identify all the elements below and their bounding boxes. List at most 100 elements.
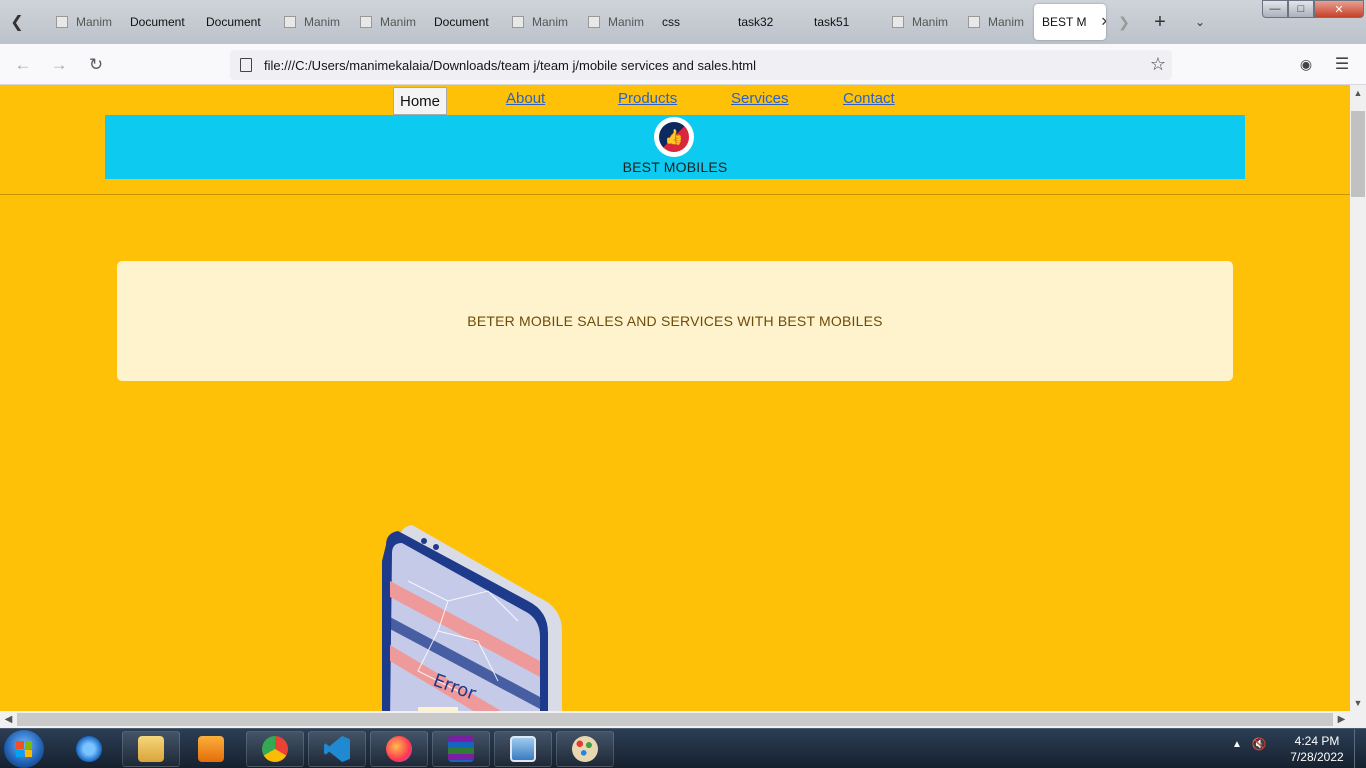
vertical-scrollbar[interactable]: ▲ ▼ — [1350, 85, 1366, 711]
show-hidden-icons-icon[interactable]: ▲ — [1232, 739, 1242, 750]
system-clock[interactable]: 4:24 PM 7/28/2022 — [1284, 733, 1350, 765]
page-favicon-icon — [588, 16, 600, 28]
tab-label: BEST M — [1042, 15, 1087, 29]
browser-tab[interactable]: Manim — [960, 4, 1034, 40]
tab-scroll-right-icon[interactable]: ❯ — [1114, 10, 1134, 34]
nav-products-link[interactable]: Products — [618, 90, 677, 107]
browser-tab[interactable]: Document — [426, 4, 502, 40]
taskbar: ▲ 🔇 4:24 PM 7/28/2022 — [0, 728, 1366, 768]
folder-icon — [138, 736, 164, 762]
pocket-icon[interactable]: ◉ — [1296, 54, 1316, 74]
window-maximize-button[interactable]: □ — [1288, 0, 1314, 18]
tab-label: Manim — [608, 15, 645, 29]
browser-tab[interactable]: task51 — [806, 4, 882, 40]
site-nav: Home About Products Services Contact — [0, 85, 1350, 115]
taskbar-file-explorer[interactable] — [122, 731, 180, 767]
page-file-icon — [240, 58, 252, 72]
scrollbar-corner — [1350, 711, 1366, 728]
page-favicon-icon — [56, 16, 68, 28]
page-viewport: Home About Products Services Contact 👍 B… — [0, 85, 1350, 711]
paint-palette-icon — [572, 736, 598, 762]
taskbar-media-player[interactable] — [182, 731, 240, 767]
browser-tab[interactable]: Manim — [580, 4, 654, 40]
back-arrow-icon[interactable]: ← — [10, 52, 36, 78]
scroll-right-icon[interactable]: ▶ — [1333, 711, 1350, 728]
scroll-down-icon[interactable]: ▼ — [1350, 695, 1366, 711]
firefox-icon — [386, 736, 412, 762]
tab-label: Manim — [380, 15, 417, 29]
list-all-tabs-icon[interactable]: ⌄ — [1190, 10, 1210, 34]
thumbs-up-logo-icon: 👍 — [654, 117, 694, 157]
taskbar-internet-explorer[interactable] — [60, 731, 118, 767]
window-close-button[interactable]: ✕ — [1314, 0, 1364, 18]
browser-tab[interactable]: Manim — [276, 4, 350, 40]
vscode-icon — [324, 736, 350, 762]
navigation-toolbar: ← → ↻ file:///C:/Users/manimekalaia/Down… — [0, 44, 1366, 85]
address-bar[interactable]: file:///C:/Users/manimekalaia/Downloads/… — [230, 50, 1172, 80]
image-viewer-icon — [510, 736, 536, 762]
browser-tab[interactable]: Document — [122, 4, 198, 40]
winrar-icon — [448, 736, 474, 762]
browser-tab[interactable]: Manim — [48, 4, 122, 40]
star-icon[interactable]: ☆ — [1150, 54, 1166, 75]
page-favicon-icon — [512, 16, 524, 28]
show-desktop-button[interactable] — [1354, 729, 1366, 768]
page-favicon-icon — [360, 16, 372, 28]
volume-muted-icon[interactable]: 🔇 — [1252, 737, 1267, 751]
brand-name: BEST MOBILES — [622, 159, 728, 175]
browser-tab[interactable]: Manim — [352, 4, 426, 40]
page-favicon-icon — [284, 16, 296, 28]
vertical-scroll-thumb[interactable] — [1351, 111, 1365, 197]
nav-home-button[interactable]: Home — [393, 87, 447, 115]
browser-tab-active[interactable]: BEST M ✕ — [1034, 4, 1106, 40]
clock-date: 7/28/2022 — [1290, 750, 1344, 764]
tab-label: Manim — [532, 15, 569, 29]
taskbar-winrar[interactable] — [432, 731, 490, 767]
tagline-box: BETER MOBILE SALES AND SERVICES WITH BES… — [117, 261, 1233, 381]
tab-label: task32 — [738, 15, 774, 29]
scroll-up-icon[interactable]: ▲ — [1350, 85, 1366, 101]
tab-label: Document — [434, 15, 489, 29]
tab-label: Manim — [304, 15, 341, 29]
nav-contact-link[interactable]: Contact — [843, 90, 895, 107]
horizontal-scrollbar[interactable]: ◀ ▶ — [0, 711, 1350, 728]
tab-label: Manim — [76, 15, 113, 29]
nav-about-link[interactable]: About — [506, 90, 545, 107]
windows-logo-icon — [16, 741, 32, 757]
tab-strip: ❮ Manim Document Document Manim Manim Do… — [0, 0, 1366, 44]
tab-label: Manim — [988, 15, 1025, 29]
url-text[interactable]: file:///C:/Users/manimekalaia/Downloads/… — [264, 58, 756, 73]
horizontal-scroll-thumb[interactable] — [17, 713, 1333, 726]
reload-icon[interactable]: ↻ — [83, 52, 109, 78]
page-favicon-icon — [892, 16, 904, 28]
close-tab-icon[interactable]: ✕ — [1100, 14, 1106, 30]
tab-label: Document — [130, 15, 185, 29]
tab-scroll-left-icon[interactable]: ❮ — [0, 2, 34, 42]
new-tab-icon[interactable]: + — [1148, 8, 1172, 36]
browser-tab[interactable]: Manim — [504, 4, 578, 40]
scroll-left-icon[interactable]: ◀ — [0, 711, 17, 728]
tab-label: Manim — [912, 15, 949, 29]
taskbar-image-viewer[interactable] — [494, 731, 552, 767]
taskbar-paint[interactable] — [556, 731, 614, 767]
nav-services-link[interactable]: Services — [731, 90, 789, 107]
forward-arrow-icon[interactable]: → — [46, 52, 72, 78]
system-tray: ▲ 🔇 — [1232, 737, 1267, 751]
browser-tab[interactable]: css — [654, 4, 730, 40]
tab-label: Document — [206, 15, 261, 29]
start-button[interactable] — [4, 730, 44, 768]
window-minimize-button[interactable]: — — [1262, 0, 1288, 18]
hamburger-icon[interactable]: ☰ — [1332, 54, 1352, 74]
page-favicon-icon — [968, 16, 980, 28]
taskbar-chrome[interactable] — [246, 731, 304, 767]
taskbar-vscode[interactable] — [308, 731, 366, 767]
divider — [0, 194, 1350, 195]
tab-label: css — [662, 15, 680, 29]
browser-tab[interactable]: task32 — [730, 4, 806, 40]
internet-explorer-icon — [76, 736, 102, 762]
tagline-text: BETER MOBILE SALES AND SERVICES WITH BES… — [467, 313, 883, 329]
media-player-icon — [198, 736, 224, 762]
browser-tab[interactable]: Manim — [884, 4, 958, 40]
browser-tab[interactable]: Document — [198, 4, 274, 40]
taskbar-firefox[interactable] — [370, 731, 428, 767]
